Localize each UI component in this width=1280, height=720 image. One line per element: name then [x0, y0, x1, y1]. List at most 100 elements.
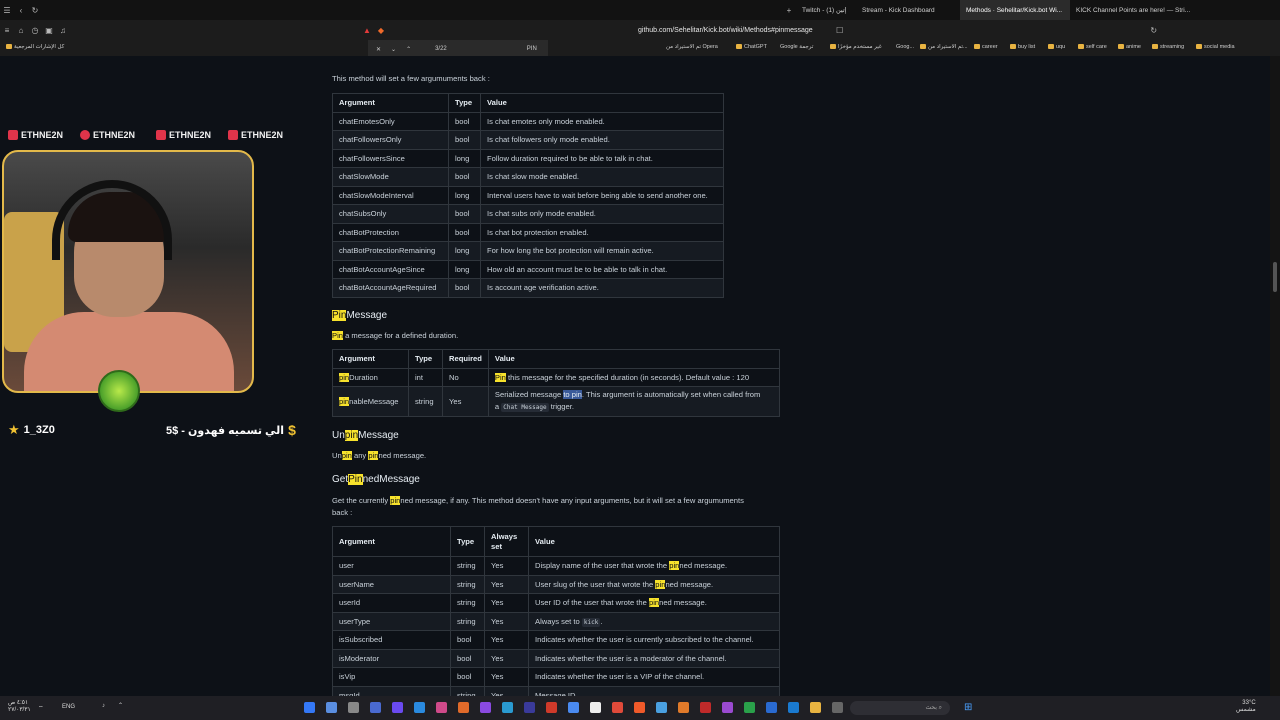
app-icon-4[interactable]: [370, 702, 381, 713]
twitch-icon: [228, 130, 238, 140]
bookmarks-bar: كل الإشارات المرجعية social media stream…: [0, 40, 1280, 56]
stream-overlay: ETHNE2N ETHNE2N ETHNE2N ETHNE2N ★ 1_3Z0 ا…: [0, 56, 300, 696]
tab-kick-dashboard[interactable]: Stream - Kick Dashboard: [856, 0, 960, 20]
bookmark-unused[interactable]: غير مستخدم مؤخرًا: [830, 44, 882, 50]
file-explorer-icon[interactable]: [810, 702, 821, 713]
tab-github-methods[interactable]: Methods · Sehelitar/Kick.bot Wi...: [960, 0, 1070, 20]
bookmark-uqu[interactable]: uqu: [1048, 44, 1065, 50]
back-icon[interactable]: ‹: [14, 6, 28, 15]
find-input[interactable]: PIN: [527, 46, 537, 52]
app-icon-6[interactable]: [414, 702, 425, 713]
refresh-icon[interactable]: ↻: [1147, 26, 1161, 35]
table-row: msgId string Yes Message ID: [332, 685, 780, 696]
scrollbar-thumb[interactable]: [1273, 262, 1277, 292]
shield-icon[interactable]: ◆: [374, 26, 388, 35]
bookmark-goog[interactable]: Goog...: [896, 44, 914, 50]
app-icon-8[interactable]: [458, 702, 469, 713]
app-icon-7[interactable]: [436, 702, 447, 713]
table-cell: msgId: [332, 685, 451, 696]
wifi-icon[interactable]: ⌔: [38, 704, 44, 712]
table-cell: bool: [450, 630, 485, 650]
sidebar-icon[interactable]: ☰: [0, 6, 14, 15]
table-cell: chatSlowModeInterval: [332, 185, 449, 205]
bookmark-chatgpt[interactable]: ChatGPT: [736, 44, 767, 50]
table-cell: Is chat followers only mode enabled.: [480, 130, 724, 150]
table-cell: chatBotProtection: [332, 222, 449, 242]
table-cell: long: [448, 241, 481, 261]
table-cell: Indicates whether the user is currently …: [528, 630, 780, 650]
music-icon[interactable]: ♫: [56, 26, 70, 35]
clock[interactable]: ٤:٥١ ص ٢٧/٠٣/٣١: [8, 700, 31, 714]
app-icon-15[interactable]: [612, 702, 623, 713]
table-cell: Is account age verification active.: [480, 278, 724, 298]
tab-kick-channel-points[interactable]: KICK Channel Points are here! — Stri...: [1070, 0, 1190, 20]
bookmark-all[interactable]: كل الإشارات المرجعية: [6, 44, 64, 50]
brave-icon[interactable]: [634, 702, 645, 713]
app-icon-1[interactable]: [304, 702, 315, 713]
app-icon-25[interactable]: [832, 702, 843, 713]
table-row: user string Yes Display name of the user th…: [332, 556, 780, 576]
bookmark-buy-list[interactable]: buy list: [1010, 44, 1035, 50]
app-icon-3[interactable]: [348, 702, 359, 713]
app-icon-5[interactable]: [392, 702, 403, 713]
twitter-icon: [8, 130, 18, 140]
history-icon[interactable]: ◷: [28, 26, 42, 35]
app-icon-17[interactable]: [656, 702, 667, 713]
bookmark-opera-import[interactable]: تم الاستيراد من Opera: [666, 44, 718, 50]
reload-icon[interactable]: ↻: [28, 6, 42, 15]
table-cell: No: [442, 367, 489, 387]
app-icon-2[interactable]: [326, 702, 337, 713]
home-icon[interactable]: ⌂: [14, 26, 28, 35]
bookmark-google-translate[interactable]: Google ترجمة: [780, 44, 813, 50]
add-tab-icon[interactable]: +: [782, 6, 796, 15]
pin-icon[interactable]: ▲: [360, 26, 374, 35]
chevron-down-icon[interactable]: ⌄: [391, 46, 396, 53]
app-icon-22[interactable]: [766, 702, 777, 713]
bookmark-imported-1[interactable]: تم الاستيراد من...: [920, 44, 968, 50]
bookmark-social-media[interactable]: social media: [1196, 44, 1235, 50]
col-header: Argument: [332, 349, 409, 369]
url-field[interactable]: github.com/Sehelitar/Kick.bot/wiki/Metho…: [638, 27, 813, 34]
app-icon-11[interactable]: [524, 702, 535, 713]
taskbar-search[interactable]: بحث ⌕: [850, 701, 950, 715]
tabs-icon[interactable]: ▣: [42, 26, 56, 35]
mic-icon[interactable]: ♪: [102, 703, 105, 709]
windows-taskbar: ٤:٥١ ص ٢٧/٠٣/٣١ ⌔ ENG ♪ ⌃ بحث ⌕ ⊞ 33°C مشم…: [0, 696, 1280, 720]
app-icon-12[interactable]: [546, 702, 557, 713]
table-cell: chatSubsOnly: [332, 204, 449, 224]
outlook-icon[interactable]: [788, 702, 799, 713]
app-icon-20[interactable]: [722, 702, 733, 713]
tray-chevron-icon[interactable]: ⌃: [118, 702, 123, 709]
bookmark-anime[interactable]: anime: [1118, 44, 1141, 50]
unpin-message-heading[interactable]: UnpinMessage: [332, 430, 399, 441]
app-icon-14[interactable]: [590, 702, 601, 713]
get-pinned-message-heading[interactable]: GetPinnedMessage: [332, 474, 420, 485]
app-icon-19[interactable]: [700, 702, 711, 713]
bookmark-icon[interactable]: ☐: [833, 26, 847, 35]
excel-icon[interactable]: [744, 702, 755, 713]
table-row: chatBotProtection bool Is chat bot protect…: [332, 222, 724, 242]
close-icon[interactable]: ✕: [376, 46, 381, 53]
bookmark-career[interactable]: career: [974, 44, 998, 50]
page-scrollbar[interactable]: [1270, 56, 1280, 696]
table-cell: chatBotProtectionRemaining: [332, 241, 449, 261]
chevron-up-icon[interactable]: ⌃: [406, 46, 411, 53]
bookmark-self-care[interactable]: self care: [1078, 44, 1107, 50]
start-icon[interactable]: ⊞: [964, 702, 972, 713]
table-cell: bool: [448, 222, 481, 242]
bookmark-streaming[interactable]: streaming: [1152, 44, 1184, 50]
pin-message-heading[interactable]: PinMessage: [332, 310, 387, 321]
app-icon-9[interactable]: [480, 702, 491, 713]
firefox-icon[interactable]: [678, 702, 689, 713]
app-icon-13[interactable]: [568, 702, 579, 713]
pin-message-table: Argument Type Required Value pinDuration…: [332, 349, 781, 417]
weather[interactable]: 33°C مشمس: [1236, 700, 1256, 714]
app-icon-10[interactable]: [502, 702, 513, 713]
lang-indicator[interactable]: ENG: [62, 704, 75, 710]
latest-donation: الي تسميه فهدون - $5 $: [166, 422, 296, 438]
tab-twitch[interactable]: Twitch - (1) إتين: [796, 0, 856, 20]
col-header: Argument: [332, 93, 449, 113]
col-header: Always set: [484, 526, 529, 557]
table-cell: Follow duration required to be able to t…: [480, 148, 724, 168]
menu-icon[interactable]: ≡: [0, 26, 14, 35]
